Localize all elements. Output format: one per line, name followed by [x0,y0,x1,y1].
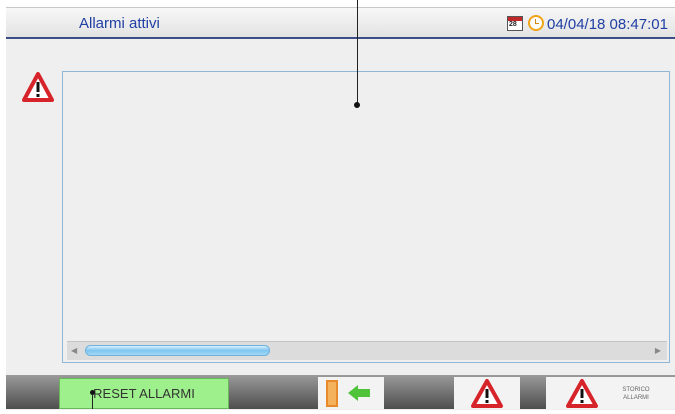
active-alarms-button[interactable] [454,377,520,409]
scroll-right-arrow-icon[interactable]: ▶ [655,346,661,355]
annotation-leader-line [357,0,358,105]
history-label-line2: ALLARMI [623,395,649,401]
header-bar: Allarmi attivi 28 04/04/18 08:47:01 [6,8,675,39]
annotation-leader-line [92,395,93,409]
exit-button[interactable] [318,377,384,409]
warning-icon [22,72,54,102]
warning-icon [566,379,598,408]
exit-door-icon [326,380,370,407]
history-label-line1: STORICO [622,387,650,393]
horizontal-scrollbar[interactable]: ◀ ▶ [67,341,667,360]
alarm-history-label: STORICO ALLARMI [616,386,656,402]
clock-icon [528,15,544,31]
calendar-day: 28 [509,21,517,28]
scrollbar-thumb[interactable] [85,345,270,356]
alarm-list[interactable] [62,71,670,363]
annotation-dot [354,102,360,108]
warning-icon [471,379,503,408]
page-title: Allarmi attivi [79,15,160,32]
scroll-left-arrow-icon[interactable]: ◀ [71,346,77,355]
footer-bar: RESET ALLARMI STORICO ALLARMI [6,375,675,409]
alarm-history-button[interactable]: STORICO ALLARMI [546,377,675,409]
reset-alarms-button[interactable]: RESET ALLARMI [59,378,229,409]
datetime-display: 04/04/18 08:47:01 [547,16,668,33]
calendar-icon: 28 [507,16,523,31]
